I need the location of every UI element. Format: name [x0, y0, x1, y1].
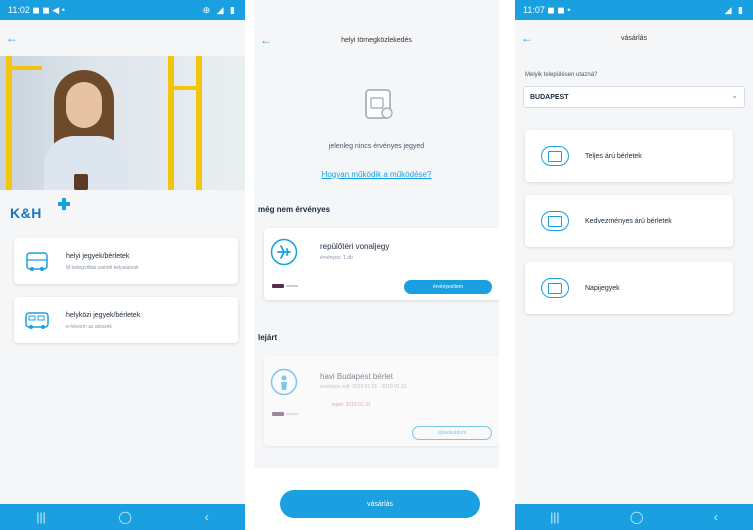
city-select[interactable]: BUDAPEST ⌄ [523, 86, 745, 108]
city-value: BUDAPEST [530, 93, 569, 101]
option-full-price[interactable]: Teljes árú bérletek [525, 130, 733, 182]
ticket-title: havi Budapest bérlet [320, 372, 393, 381]
android-nav-bar: ||| ◯ ‹ [0, 504, 245, 530]
bus-icon [26, 252, 48, 271]
option-label: Teljes árú bérletek [585, 153, 642, 160]
local-tickets-card[interactable]: helyi jegyek/bérletek M betegvillási vsé… [14, 238, 238, 284]
coach-icon [25, 312, 49, 329]
ticket-icon [541, 146, 569, 166]
status-right: ◢ ▮ [724, 4, 745, 15]
screen-local-transport: ← helyi tömegközlekedés jelenleg nincs é… [254, 0, 499, 530]
option-label: Napijegyek [585, 285, 620, 292]
nav-back-icon[interactable]: ‹ [714, 510, 718, 524]
how-it-works-link[interactable]: Hogyan működik a működése? [254, 170, 499, 179]
partner-logo-icon [272, 284, 298, 288]
ticket-title: repülőtéri vonaljegy [320, 242, 390, 251]
status-bar: 11:02 ◼ ◼ ◀ • ⊕ ◢ ▮ [0, 0, 245, 20]
partner-logo-icon [272, 412, 298, 416]
empty-state-text: jelenleg nincs érvényes jegyed [328, 143, 425, 150]
card-title: helyi jegyek/bérletek [66, 253, 130, 260]
expired-ticket-card[interactable]: havi Budapest bérlet érvényes volt: 2019… [264, 356, 499, 446]
rebuy-button[interactable]: újravásárlom [412, 426, 492, 440]
recent-apps-icon[interactable]: ||| [36, 510, 45, 524]
back-arrow-icon[interactable]: ← [260, 34, 272, 46]
plus-logo-icon [58, 198, 70, 210]
validate-button[interactable]: érvényesítem [404, 280, 492, 294]
page-title: helyi tömegközlekedés [341, 36, 412, 44]
chevron-down-icon: ⌄ [731, 91, 738, 100]
top-bar: ← helyi tömegközlekedés [254, 22, 499, 58]
status-right: ⊕ ◢ ▮ [202, 4, 237, 15]
option-label: Kedvezményes árú bérletek [585, 218, 672, 225]
page-title: vásárlás [620, 34, 648, 42]
section-not-yet-valid: még nem érvényes [258, 205, 331, 214]
option-daily[interactable]: Napijegyek [525, 262, 733, 314]
intercity-tickets-card[interactable]: helyközi jegyek/bérletek e-hévorin az al… [14, 297, 238, 343]
card-subtitle: M betegvillási vsértél kelyaiásrok [66, 265, 139, 271]
status-bar: 11:07 ◼ ◼ • ◢ ▮ [515, 0, 753, 20]
screen-home: 11:02 ◼ ◼ ◀ • ⊕ ◢ ▮ ← K&H helyi jegyek/b… [0, 0, 245, 530]
option-discount[interactable]: Kedvezményes árú bérletek [525, 195, 733, 247]
ticket-card[interactable]: repülőtéri vonaljegy érvényes: 1 db érvé… [264, 228, 499, 300]
buy-button[interactable]: vásárlás [280, 490, 480, 518]
android-nav-bar: ||| ◯ ‹ [515, 504, 753, 530]
status-left: 11:07 ◼ ◼ • [523, 4, 571, 15]
ticket-sub: érvényes volt: 2019.01.01 - 2019.01.31 [320, 384, 407, 390]
no-ticket-icon [365, 89, 393, 119]
airplane-icon [270, 238, 298, 266]
nav-back-icon[interactable]: ‹ [205, 510, 209, 524]
top-bar: ← [0, 20, 245, 56]
expired-tag: lejárt: 2019.01.31 [332, 402, 371, 408]
back-arrow-icon[interactable]: ← [6, 32, 18, 44]
ticket-sub: érvényes: 1 db [320, 255, 353, 261]
ticket-icon [541, 211, 569, 231]
brand-logo: K&H [10, 205, 42, 221]
home-icon[interactable]: ◯ [118, 510, 131, 524]
card-title: helyközi jegyek/bérletek [66, 312, 141, 319]
card-subtitle: e-hévorin az aloszek [66, 324, 112, 330]
screen-purchase: 11:07 ◼ ◼ • ◢ ▮ ← vásárlás Melyik telepü… [515, 0, 753, 530]
top-bar: ← vásárlás [515, 20, 753, 56]
city-label: Melyik településen utazná? [525, 72, 598, 78]
person-icon [270, 368, 298, 396]
section-expired: lejárt [258, 333, 278, 342]
ticket-icon [541, 278, 569, 298]
status-left: 11:02 ◼ ◼ ◀ • [8, 4, 65, 15]
recent-apps-icon[interactable]: ||| [550, 510, 559, 524]
back-arrow-icon[interactable]: ← [521, 32, 533, 44]
home-icon[interactable]: ◯ [630, 510, 643, 524]
hero-image [0, 56, 245, 190]
